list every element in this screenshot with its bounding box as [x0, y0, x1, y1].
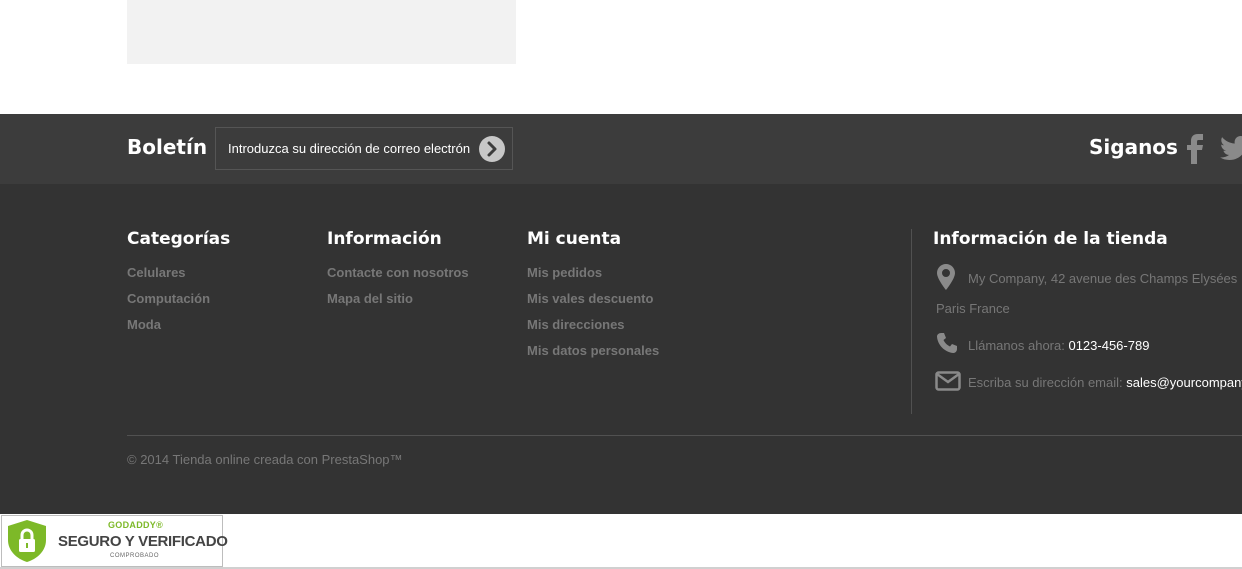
- badge-brand: GODADDY®: [108, 520, 164, 530]
- newsletter-form: [215, 127, 513, 170]
- categories-list: Celulares Computación Moda: [127, 264, 210, 342]
- envelope-icon: [935, 371, 961, 391]
- footer-link-computacion[interactable]: Computación: [127, 291, 210, 306]
- store-email-link[interactable]: sales@yourcompany: [1126, 375, 1242, 390]
- store-phone-label: Llámanos ahora:: [968, 338, 1065, 353]
- facebook-icon[interactable]: [1184, 134, 1206, 164]
- follow-us-title: Siganos: [1089, 135, 1178, 159]
- footer-link-moda[interactable]: Moda: [127, 317, 161, 332]
- footer-divider: [127, 435, 1242, 436]
- newsletter-title: Boletín: [127, 135, 208, 159]
- footer-link-orders[interactable]: Mis pedidos: [527, 265, 602, 280]
- footer-link-contact[interactable]: Contacte con nosotros: [327, 265, 469, 280]
- badge-title: SEGURO Y VERIFICADO: [58, 533, 228, 550]
- footer-link-celulares[interactable]: Celulares: [127, 265, 186, 280]
- copyright-text: © 2014 Tienda online creada con PrestaSh…: [127, 452, 403, 467]
- footer-main: Categorías Celulares Computación Moda In…: [0, 184, 1242, 514]
- phone-icon: [937, 333, 957, 353]
- footer-link-addresses[interactable]: Mis direcciones: [527, 317, 625, 332]
- store-address-line1: My Company, 42 avenue des Champs Elysées: [968, 271, 1238, 286]
- footer-link-sitemap[interactable]: Mapa del sitio: [327, 291, 413, 306]
- store-phone-row: Llámanos ahora: 0123-456-789: [968, 338, 1149, 353]
- chevron-right-icon: [487, 141, 497, 157]
- newsletter-submit-button[interactable]: [479, 136, 505, 162]
- store-address-line2: Paris France: [936, 301, 1010, 316]
- information-title: Información: [327, 229, 442, 249]
- newsletter-bar: Boletín Siganos: [0, 114, 1242, 184]
- store-email-row: Escriba su dirección email: sales@yourco…: [968, 375, 1242, 390]
- badge-subtitle: COMPROBADO: [110, 553, 160, 559]
- shield-lock-icon: [8, 520, 46, 562]
- content-placeholder: [127, 0, 516, 64]
- footer-link-personal-info[interactable]: Mis datos personales: [527, 343, 659, 358]
- my-account-list: Mis pedidos Mis vales descuento Mis dire…: [527, 264, 659, 368]
- godaddy-trust-badge[interactable]: GODADDY® SEGURO Y VERIFICADO COMPROBADO: [1, 515, 228, 567]
- newsletter-email-input[interactable]: [216, 128, 476, 169]
- store-info-divider: [911, 229, 912, 414]
- twitter-icon[interactable]: [1220, 136, 1242, 162]
- information-list: Contacte con nosotros Mapa del sitio: [327, 264, 469, 316]
- store-phone: 0123-456-789: [1068, 338, 1150, 353]
- store-email-label: Escriba su dirección email:: [968, 375, 1123, 390]
- my-account-title: Mi cuenta: [527, 229, 622, 249]
- map-marker-icon: [937, 264, 955, 290]
- store-info-title: Información de la tienda: [933, 229, 1168, 249]
- categories-title: Categorías: [127, 229, 231, 249]
- footer-link-vouchers[interactable]: Mis vales descuento: [527, 291, 653, 306]
